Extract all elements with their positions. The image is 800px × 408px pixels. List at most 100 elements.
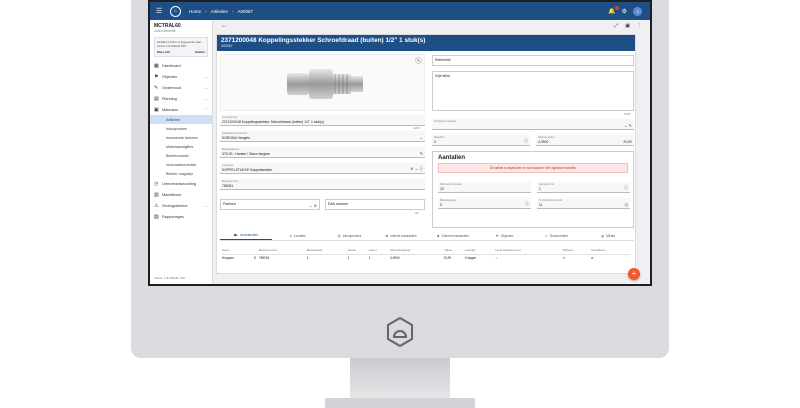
edit-icon[interactable]: ✎ [562, 253, 592, 262]
table-header-row: Naam Bestelnummer Bestelwaard Aantal Fac… [222, 247, 630, 254]
delete-icon[interactable]: ⊘ [591, 253, 630, 262]
monitor-stand [350, 358, 450, 400]
supplier-label: Standaard leverancier [222, 132, 248, 135]
memo-textarea[interactable]: Vrije tekst [432, 71, 634, 111]
sidebar-item-failures[interactable]: ⚠ Storingsbeheer ⌄ [150, 200, 212, 211]
info-icon[interactable]: ⓘ [525, 201, 529, 207]
min-stock-field[interactable]: Minimale voorraad 10 [438, 182, 531, 193]
sidebar-item-maintenance[interactable]: ✎ Onderhoud ⌄ [150, 82, 212, 93]
dropdown-edit-icon[interactable]: ⌄ ✎ [624, 123, 632, 128]
cell-net-price: 4,9900 [390, 253, 445, 262]
info-icon[interactable]: ⓘ [524, 138, 528, 144]
objects-icon: ⚑ [154, 73, 159, 80]
tab-label: Leveranciers [239, 233, 258, 237]
refill-field[interactable]: Aanvullen tot 1 ⓘ [537, 182, 630, 193]
preferred-warehouse-field[interactable]: Voorkeursmagazijn ⌄ ✎ [432, 119, 634, 130]
edit-photo-icon[interactable]: ✎ [415, 57, 422, 64]
notification-icon[interactable]: 🔔 [608, 5, 619, 15]
column-header[interactable]: Heeft Artikelnummer [495, 247, 562, 254]
sidebar-item-dashboard[interactable]: ▦ Dashboard [150, 60, 212, 71]
breadcrumb-home[interactable]: Home [189, 9, 201, 14]
history-icon[interactable]: ◷ [625, 202, 629, 207]
tab-external-transactions[interactable]: ⇆ Externe transacties [427, 231, 479, 240]
column-header[interactable]: Factor [369, 247, 390, 254]
media-icon: ▨ [601, 233, 605, 238]
objects-tab-icon: ⚑ [495, 233, 499, 238]
sidebar-subitem-stock-corrections[interactable]: Voorraadcorrecties [150, 160, 212, 169]
packaging-label: Pakbord [223, 202, 236, 206]
cell-lead-time: 0 dagen [464, 253, 496, 262]
tab-media[interactable]: ▨ Media [582, 231, 634, 240]
ean-input[interactable]: EAN nummer [325, 199, 425, 210]
breadcrumb-articles[interactable]: Artikelen [211, 9, 229, 14]
packaging-select[interactable]: Pakbord ⌄ ⊘ [220, 199, 320, 210]
table-row[interactable]: Horgsen € 785051 1 1 1 4,9900 EUR 0 dage… [222, 253, 630, 262]
dropdown-arrow-icon[interactable]: ⌄ [420, 135, 423, 140]
column-header[interactable]: Aantal [348, 247, 369, 254]
dropdown-arrow-icon[interactable]: ⌄ ⊘ [309, 203, 317, 208]
sidebar-item-label: Onderhoud [162, 85, 181, 90]
app-logo-icon[interactable]: ⌂ [170, 5, 181, 17]
article-card: 2371200048 Koppelingsstekker Schroefdraa… [216, 34, 636, 274]
sidebar-subitem-warehouse[interactable]: Beheer magazijn [150, 169, 212, 178]
closed-article-alert: Dit artikel is afgesloten en kan daarom … [438, 163, 628, 173]
tab-locations[interactable]: ⚲ Locaties [272, 231, 324, 240]
sidebar-item-label: Machtiboek [162, 192, 182, 197]
book-icon: ▥ [154, 191, 159, 198]
expand-icon[interactable]: ⤢ [614, 23, 618, 29]
column-header[interactable]: Levertijd [465, 247, 496, 254]
tab-purchase-orders[interactable]: ⛒ Inkooporders [324, 231, 376, 240]
order-value-field[interactable]: Bestelwaarde 0 ⓘ [438, 198, 531, 209]
column-header[interactable]: Valuta [444, 247, 465, 254]
supplier-field[interactable]: Standaard leverancier KORONA Hengelo ⌄ [220, 131, 425, 142]
sidebar-subitem-articles[interactable]: Artikelen [150, 115, 212, 124]
sidebar-item-material[interactable]: ▣ Materiaal ⌃ [150, 104, 212, 115]
tab-internal-transactions[interactable]: ⇄ Interne transacties [375, 231, 427, 240]
main-content: ← ⤢ ▣ ⋮ 2371200048 Koppelingsstekker Sch… [213, 20, 650, 284]
report-icon: ▧ [154, 213, 159, 220]
info-icon[interactable]: ⓘ [624, 185, 628, 191]
clear-dropdown-info-icon[interactable]: ✕ ⌄ ⓘ [410, 166, 423, 172]
sidebar-subitem-purchase-orders[interactable]: Inkooporders [150, 124, 212, 133]
back-arrow-icon[interactable]: ← [221, 23, 227, 29]
tab-documents[interactable]: ▭ Documenten [531, 231, 583, 240]
chevron-down-icon: ⌄ [204, 85, 208, 90]
sidebar-item-objects[interactable]: ⚑ Objecten ⌄ [150, 71, 212, 82]
save-icon[interactable]: ▣ [625, 23, 630, 29]
quantities-title: Aantallen [438, 155, 466, 161]
column-header[interactable]: Netto Bestelprijs [390, 247, 444, 254]
avatar[interactable]: J [633, 6, 642, 16]
article-value-field[interactable]: Waarde artikel 4,9900 EUR [536, 135, 634, 146]
order-quantity-field[interactable]: Bestellen 0 ⓘ [432, 135, 530, 146]
production-usage-field[interactable]: In productieverbruik 11 ◷ [537, 198, 630, 209]
order-number-field[interactable]: Bestelnummer 785051 [220, 179, 425, 190]
reference-input[interactable]: Referentie [432, 55, 634, 66]
sidebar-item-machine-book[interactable]: ▥ Machtiboek [150, 189, 212, 200]
material-group-field[interactable]: Materiaalgroep 375.00 - Harsen / Slazo f… [220, 147, 425, 158]
sidebar-item-hours[interactable]: ◷ Urenverantwoording [150, 178, 212, 189]
warning-icon: ⚠ [154, 202, 159, 209]
add-button[interactable]: + [628, 268, 640, 280]
sidebar-item-reports[interactable]: ▧ Rapportages [150, 211, 212, 222]
tab-objects[interactable]: ⚑ Objecten [479, 231, 531, 240]
column-header[interactable]: Bestelwaard [307, 247, 348, 254]
wrench-icon: ✎ [154, 84, 159, 91]
more-info-button[interactable]: Meer info [157, 50, 170, 54]
sidebar-item-planning[interactable]: ▤ Planning ⌄ [150, 93, 212, 104]
edit-icon[interactable]: ✎ [420, 151, 423, 156]
organization-name: MCTRAL60 [154, 23, 181, 29]
column-header[interactable]: Naam [222, 247, 254, 254]
sidebar-subitem-issues[interactable]: Materiaaluitgiftes [150, 142, 212, 151]
close-notice-button[interactable]: Sluiten [195, 50, 205, 54]
more-vert-icon[interactable]: ⋮ [637, 23, 642, 29]
column-header[interactable]: Bestelnummer [259, 247, 307, 254]
settings-icon[interactable]: ⚙ [622, 8, 627, 15]
sidebar-subitem-order-proposal[interactable]: Bestelvoorstel [150, 151, 212, 160]
tab-suppliers[interactable]: ⛟ Leveranciers [220, 231, 272, 240]
sidebar-subitem-invoices[interactable]: Inkomende facturen [150, 133, 212, 142]
description-field[interactable]: Omschrijving 2371200048 Koppelingsstekke… [220, 115, 425, 126]
radio-icon[interactable]: ○ [495, 253, 563, 262]
category-field[interactable]: Categorie KOPPELSTUKKE Koppelstukken ✕ ⌄… [220, 163, 425, 174]
menu-icon[interactable]: ☰ [152, 7, 166, 15]
user-name: John Doorelle [154, 29, 176, 33]
